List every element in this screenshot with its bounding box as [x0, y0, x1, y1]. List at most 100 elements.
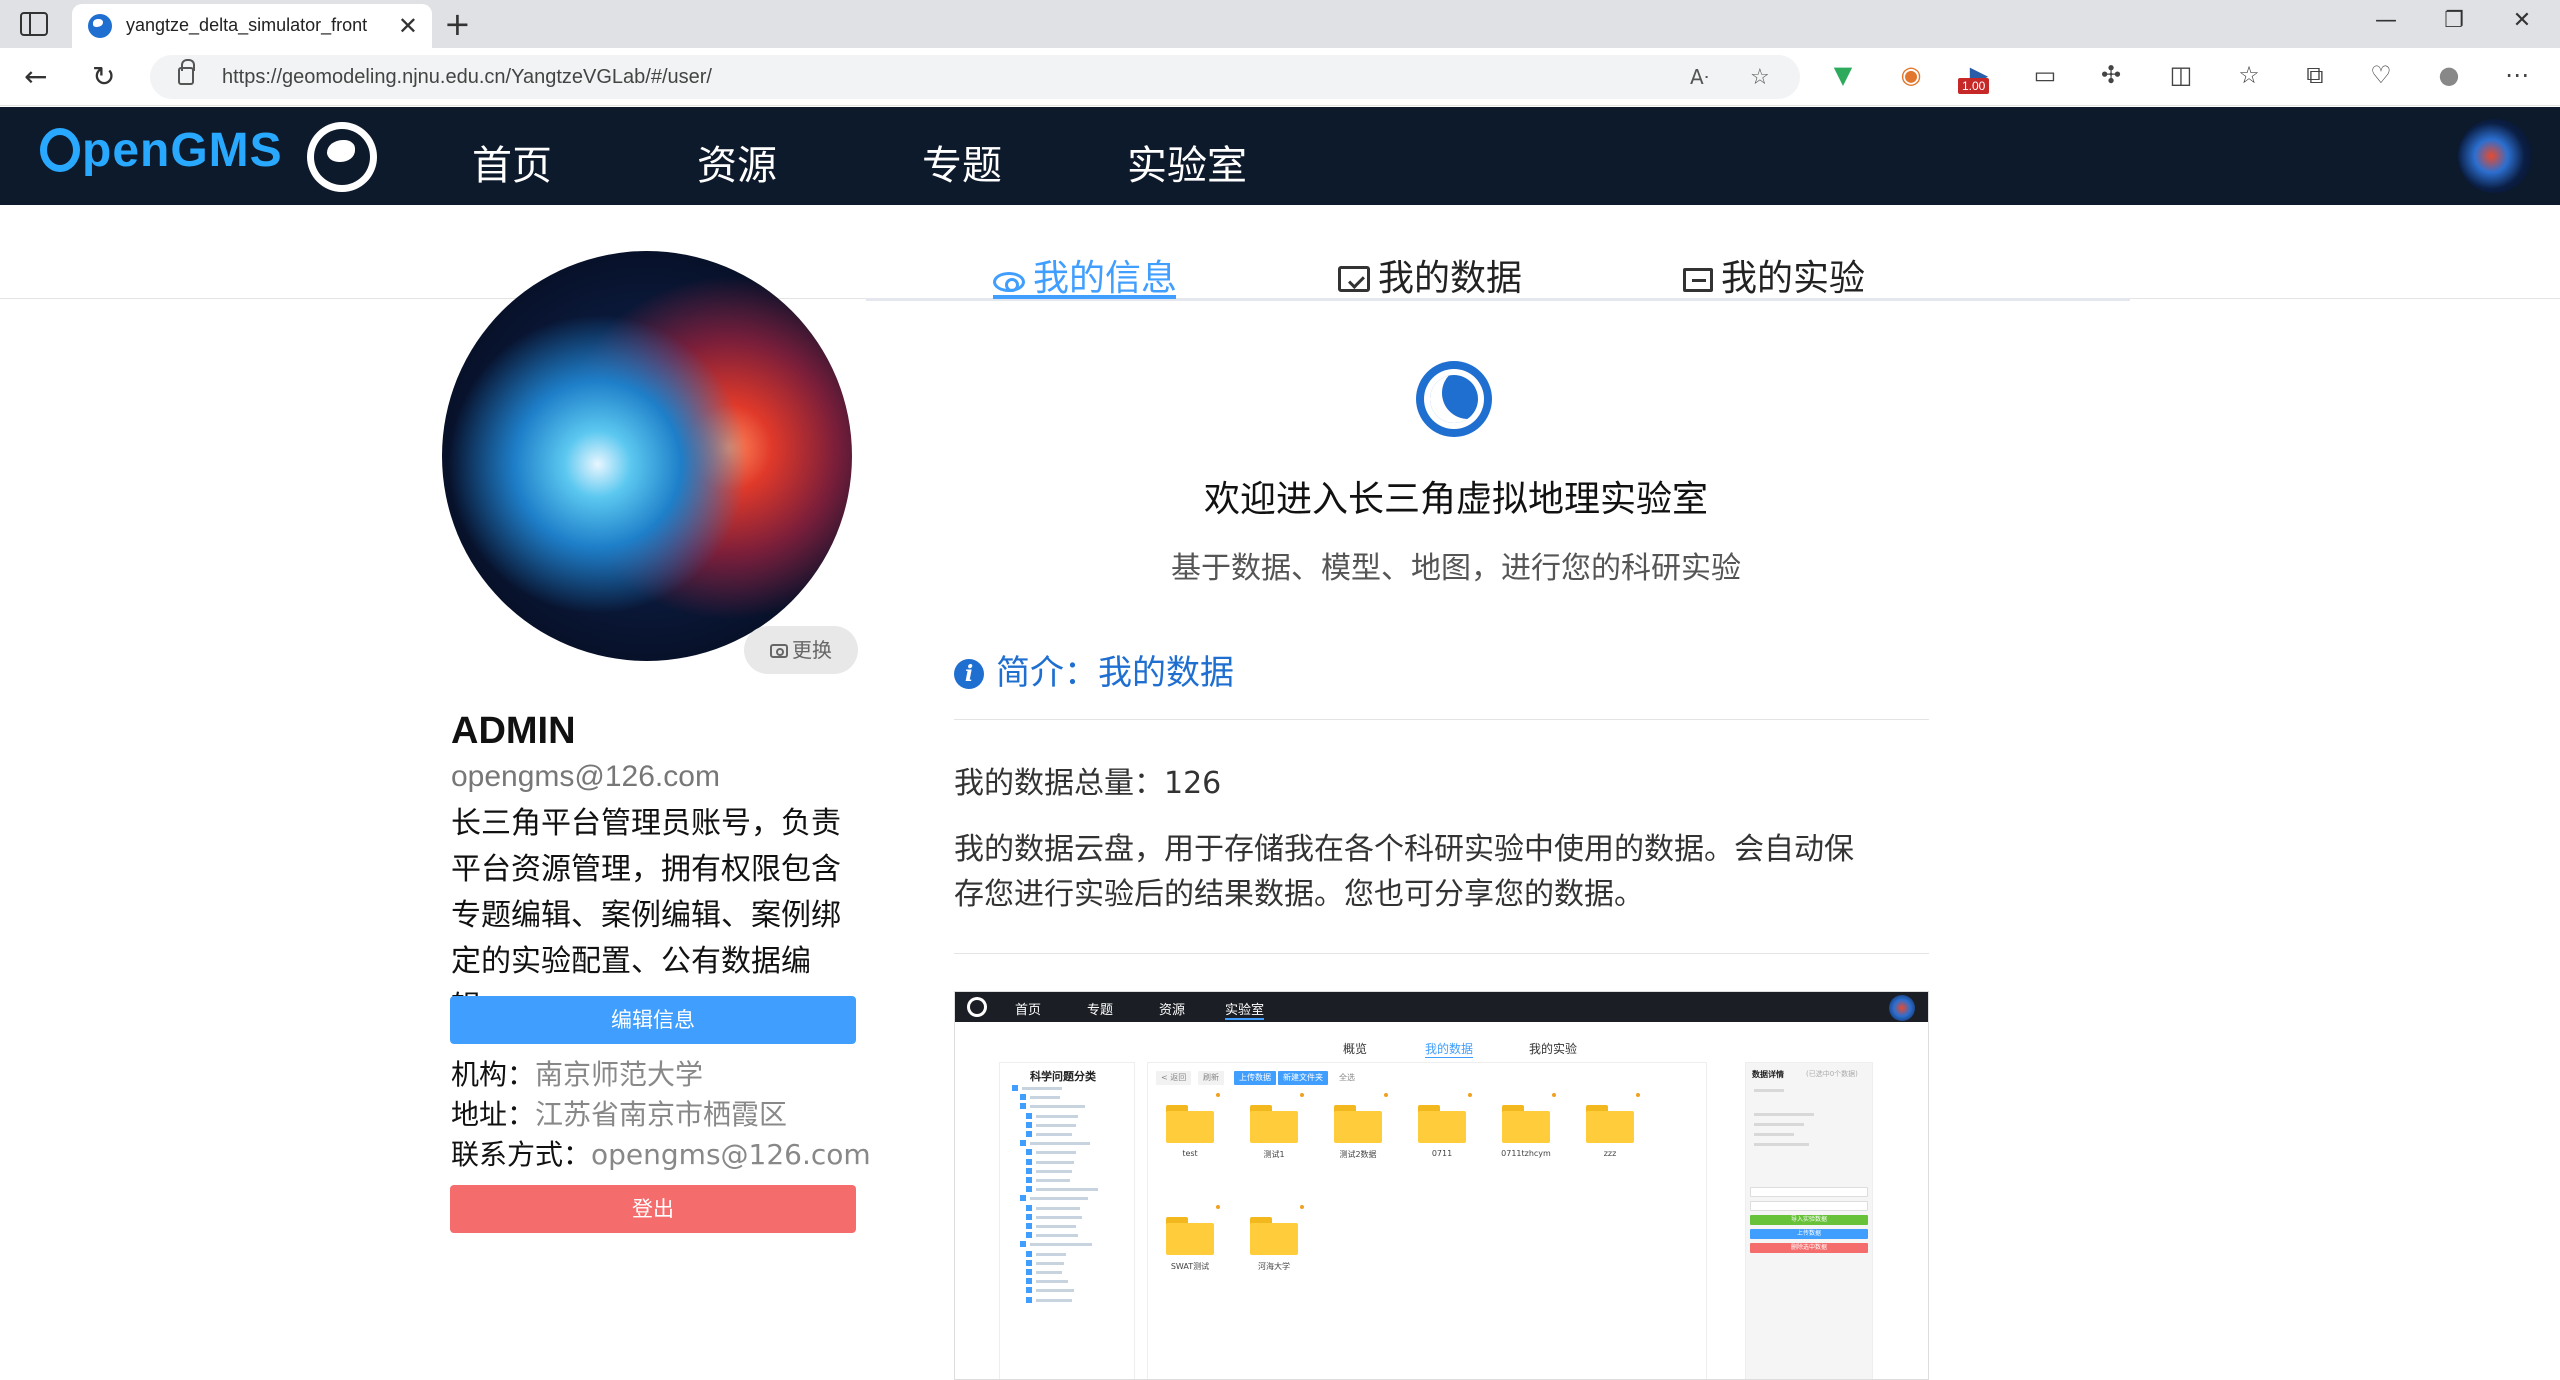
preview-placeholder-line	[1754, 1089, 1784, 1092]
back-icon[interactable]: ←	[24, 62, 47, 92]
profile-icon[interactable]: ●	[2434, 60, 2464, 90]
preview-tree-checkbox	[1026, 1223, 1032, 1229]
more-icon[interactable]: ⋯	[2502, 60, 2532, 90]
preview-tree-row	[1036, 1225, 1076, 1228]
new-tab-icon[interactable]: +	[444, 6, 471, 42]
minimize-icon[interactable]: —	[2366, 8, 2406, 33]
preview-sidebar-title: 科学问题分类	[1030, 1070, 1096, 1083]
preview-tree-row	[1030, 1105, 1085, 1109]
preview-folder-icon	[1250, 1205, 1304, 1255]
data-description: 我的数据云盘，用于存储我在各个科研实验中使用的数据。会自动保存您进行实验后的结果…	[954, 832, 1854, 912]
preview-detail-title: 数据详情	[1752, 1070, 1784, 1079]
org-row: 机构：南京师范大学	[451, 1058, 704, 1091]
preview-nav-item: 专题	[1087, 1003, 1114, 1018]
change-avatar-button[interactable]: 更换	[744, 626, 858, 674]
close-window-icon[interactable]: ✕	[2502, 8, 2542, 33]
refresh-icon[interactable]: ↻	[92, 62, 115, 92]
preview-tree-checkbox	[1020, 1103, 1026, 1110]
preview-tree-row	[1036, 1271, 1062, 1274]
split-screen-icon[interactable]: ◫	[2166, 60, 2196, 90]
preview-tree-checkbox	[1026, 1278, 1032, 1285]
nav-lab[interactable]: 实验室	[1127, 133, 1247, 208]
preview-detail-subtitle: (已选中0个数据)	[1806, 1070, 1858, 1078]
opengms-logo[interactable]: penGMS	[40, 123, 283, 183]
restore-icon[interactable]: ❐	[2434, 8, 2474, 33]
close-tab-icon[interactable]: ✕	[398, 12, 418, 40]
extensions-puzzle-icon[interactable]: ✣	[2096, 60, 2126, 90]
preview-folder-icon	[1250, 1093, 1304, 1143]
preview-tree-checkbox	[1012, 1085, 1018, 1091]
folder-icon	[1338, 266, 1370, 292]
preview-sidebar: 科学问题分类	[999, 1062, 1135, 1379]
tab-title: yangtze_delta_simulator_front	[126, 15, 368, 35]
preview-tree-row	[1036, 1114, 1078, 1118]
vue-devtools-icon[interactable]: ▼	[1828, 60, 1858, 90]
preview-tree-checkbox	[1026, 1177, 1032, 1183]
edit-info-button[interactable]: 编辑信息	[450, 996, 856, 1044]
preview-placeholder-line	[1754, 1133, 1794, 1136]
tab-my-info[interactable]: 我的信息	[993, 249, 1177, 301]
preview-tree-checkbox	[1020, 1140, 1026, 1147]
preview-tree-checkbox	[1026, 1131, 1032, 1137]
preview-import-button: 导入实验数据	[1750, 1215, 1868, 1225]
preview-tree-row	[1036, 1261, 1064, 1265]
preview-tree-checkbox	[1026, 1149, 1032, 1156]
collections-icon[interactable]: ⧉	[2300, 60, 2330, 90]
logout-button[interactable]: 登出	[450, 1185, 856, 1233]
favorite-star-icon[interactable]: ☆	[1750, 65, 1770, 90]
preview-folder-label: 0711	[1431, 1149, 1453, 1158]
preview-tree-checkbox	[1026, 1204, 1032, 1211]
preview-tab: 我的数据	[1425, 1042, 1474, 1058]
preview-tree-row	[1036, 1298, 1072, 1302]
preview-tree-row	[1036, 1234, 1078, 1238]
preview-tree-row	[1036, 1169, 1072, 1173]
preview-folder-label: 河海大学	[1258, 1262, 1290, 1271]
nav-home[interactable]: 首页	[472, 133, 552, 207]
preview-tree-checkbox	[1026, 1269, 1032, 1275]
preview-folder-label: test	[1182, 1149, 1198, 1158]
preview-tree-row	[1022, 1087, 1062, 1090]
preview-tree-row	[1036, 1280, 1068, 1284]
preview-tree-checkbox	[1020, 1094, 1026, 1101]
preview-upload-button: 上传数据	[1234, 1071, 1276, 1085]
document-icon[interactable]: ▭	[2030, 60, 2060, 90]
nav-topics[interactable]: 专题	[922, 133, 1002, 207]
tab-my-experiments[interactable]: 我的实验	[1683, 249, 1865, 301]
preview-nav-item: 实验室	[1225, 999, 1265, 1020]
preview-tree-row	[1030, 1243, 1092, 1247]
preview-tree-row	[1036, 1133, 1072, 1136]
preview-upload-data-button: 上传数据	[1750, 1229, 1868, 1239]
preview-tree-row	[1036, 1151, 1076, 1155]
profile-name: ADMIN	[451, 710, 576, 752]
browser-tab[interactable]: yangtze_delta_simulator_front ✕	[72, 4, 432, 48]
tab-my-data[interactable]: 我的数据	[1338, 249, 1522, 301]
preview-avatar	[1889, 995, 1915, 1021]
preview-tree-row	[1036, 1179, 1070, 1182]
preview-back-button: < 返回	[1156, 1071, 1192, 1085]
site-header: penGMS 首页 资源 专题 实验室	[0, 107, 2560, 208]
preview-new-folder-button: 新建文件夹	[1278, 1071, 1328, 1085]
favorites-icon[interactable]: ☆	[2234, 60, 2264, 90]
preview-tree-checkbox	[1026, 1167, 1032, 1174]
heart-pulse-icon[interactable]: ♡	[2366, 60, 2396, 90]
contact-row: 联系方式：opengms@126.com	[451, 1138, 871, 1171]
browser-tab-bar: yangtze_delta_simulator_front ✕ + — ❐ ✕	[0, 0, 2560, 48]
welcome-title: 欢迎进入长三角虚拟地理实验室	[1203, 479, 1708, 520]
preview-folder-label: 0711tzhcym	[1501, 1149, 1551, 1158]
preview-folder-icon	[1586, 1093, 1640, 1143]
tab-actions-icon[interactable]	[20, 12, 48, 36]
url-field[interactable]: https://geomodeling.njnu.edu.cn/YangtzeV…	[150, 55, 1800, 99]
address-row: 地址：江苏省南京市栖霞区	[451, 1098, 788, 1131]
preview-folder-label: zzz	[1603, 1149, 1617, 1158]
eye-icon	[993, 272, 1025, 292]
extension-color-icon[interactable]: ◉	[1896, 60, 1926, 90]
preview-tree-row	[1030, 1197, 1088, 1201]
preview-tree-checkbox	[1020, 1195, 1026, 1202]
camera-icon	[770, 644, 788, 658]
preview-tree-checkbox	[1020, 1241, 1026, 1248]
preview-placeholder-line	[1754, 1123, 1804, 1126]
nav-resources[interactable]: 资源	[697, 133, 777, 207]
user-avatar[interactable]	[2458, 119, 2532, 193]
read-aloud-icon[interactable]: Aᐧ	[1690, 65, 1709, 89]
preview-nav-item: 首页	[1015, 1003, 1042, 1018]
